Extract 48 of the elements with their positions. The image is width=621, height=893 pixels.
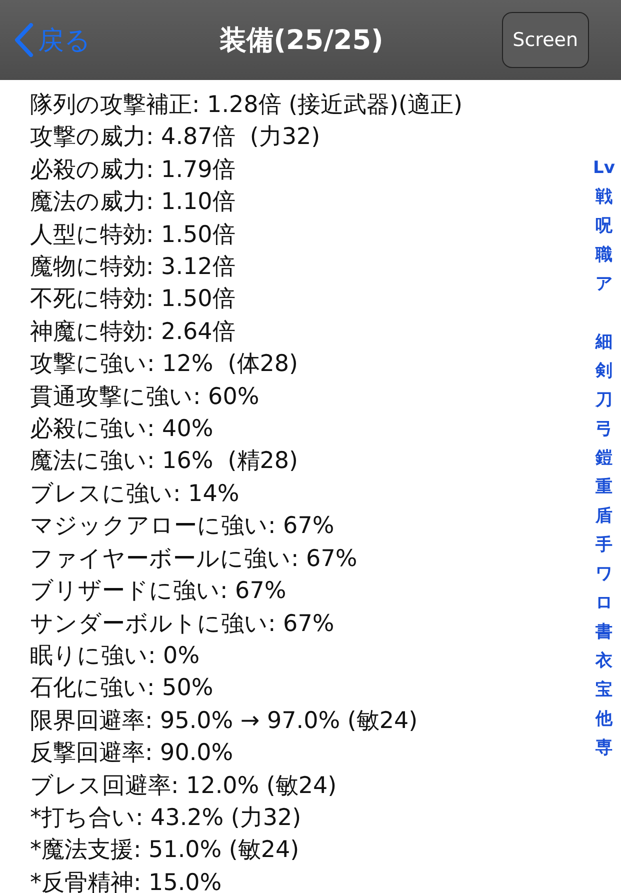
stat-line: サンダーボルトに強い: 67% [30, 610, 336, 638]
stat-line: *打ち合い: 43.2% (力32) [30, 804, 302, 833]
page-title: 装備(25/25) [220, 24, 384, 58]
section-index-link[interactable]: Lv [593, 154, 615, 183]
stat-line: マジックアローに強い: 67% [30, 512, 336, 542]
section-index-link[interactable]: 剣 [596, 357, 612, 386]
section-index-link[interactable]: 盾 [596, 502, 612, 531]
stat-line: 不死に特効: 1.50倍 [30, 285, 236, 314]
section-index-link[interactable]: 書 [596, 618, 612, 647]
section-index-link[interactable]: 刀 [596, 386, 612, 415]
stat-line: 石化に強い: 50% [30, 674, 214, 704]
section-index-link[interactable]: ワ [596, 560, 612, 589]
stat-line: ブレスに強い: 14% [30, 480, 240, 509]
section-index-link[interactable]: 戦 [595, 183, 612, 212]
stat-line: ブリザードに強い: 67% [30, 577, 288, 606]
stat-line: ブレス回避率: 12.0% (敏24) [30, 772, 338, 801]
stat-line: 貫通攻撃に強い: 60% [30, 382, 260, 412]
section-index-link[interactable]: ア [595, 270, 612, 299]
section-index-link[interactable]: 細 [596, 328, 612, 357]
stat-line: *魔法支援: 51.0% (敏24) [30, 836, 300, 866]
section-index-link[interactable]: 呪 [595, 212, 612, 241]
stat-line: 人型に特効: 1.50倍 [30, 220, 236, 250]
section-index-link[interactable]: 宝 [596, 676, 612, 705]
section-index-link[interactable]: 弓 [596, 415, 612, 444]
stat-line: 眠りに強い: 0% [30, 642, 201, 671]
stat-line: 必殺に強い: 40% [30, 415, 214, 444]
stat-line: 攻撃に強い: 12% (体28) [30, 350, 300, 380]
stat-line: 必殺の威力: 1.79倍 [30, 156, 236, 185]
stat-line: 魔法の威力: 1.10倍 [30, 188, 236, 218]
section-index-link[interactable]: ロ [596, 589, 612, 618]
section-index-link[interactable]: 鎧 [596, 444, 612, 473]
stat-line: ファイヤーボールに強い: 67% [30, 544, 358, 574]
stat-line: 反撃回避率: 90.0% [30, 739, 234, 768]
stat-line: 攻撃の威力: 4.87倍 (力32) [30, 123, 322, 152]
stat-line: 隊列の攻撃補正: 1.28倍 (接近武器)(適正) [30, 91, 464, 120]
section-index-link[interactable]: 衣 [596, 647, 612, 676]
stat-line: 魔物に特効: 3.12倍 [30, 253, 236, 282]
chevron-left-icon [14, 23, 34, 57]
stat-line: 限界回避率: 95.0% → 97.0% (敏24) [30, 706, 419, 736]
stat-line: 神魔に特効: 2.64倍 [30, 318, 236, 347]
section-index-link[interactable]: 手 [596, 531, 612, 560]
section-index-link[interactable]: 他 [596, 705, 612, 734]
stat-line: 魔法に強い: 16% (精28) [30, 447, 300, 476]
section-index-link[interactable]: 専 [596, 734, 612, 763]
stat-line: *反骨精神: 15.0% [30, 868, 223, 893]
section-index-link[interactable]: 職 [595, 241, 612, 270]
screen-button[interactable]: Screen [502, 12, 589, 68]
section-index-link[interactable]: 重 [596, 473, 612, 502]
